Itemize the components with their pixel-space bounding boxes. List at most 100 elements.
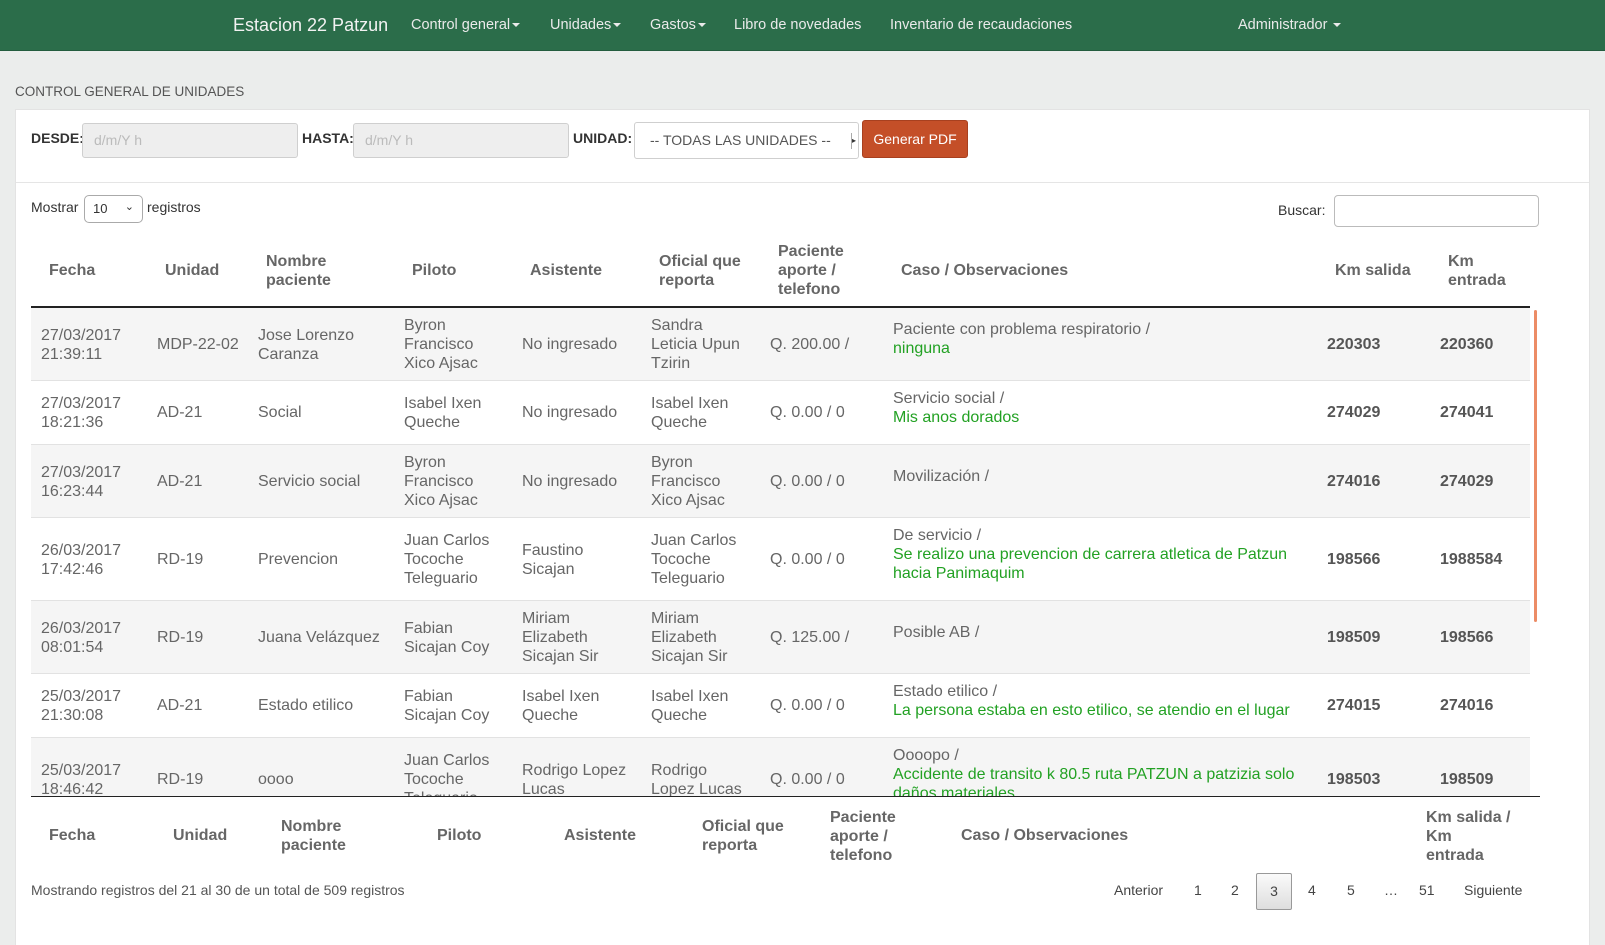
records-label: registros [147, 199, 201, 215]
cell-km-entrada: 1988584 [1440, 551, 1503, 568]
cell-km-entrada: 274041 [1440, 404, 1494, 421]
unidad-select-value: -- TODAS LAS UNIDADES -- [650, 132, 831, 148]
cell-km-salida: 274016 [1327, 473, 1381, 490]
cell-fecha: 26/03/2017 08:01:54 [41, 620, 122, 656]
cell-asistente: Faustino Sicajan [522, 542, 584, 578]
cell-paciente: Jose Lorenzo Caranza [258, 327, 355, 363]
cell-caso: De servicio / Se realizo una prevencion d… [893, 526, 1313, 583]
table-footer-header: Fecha Unidad Nombre paciente Piloto Asis… [31, 798, 1530, 868]
cell-oficial: Rodrigo Lopez Lucas [651, 762, 742, 797]
unidad-label: UNIDAD: [573, 130, 633, 146]
search-label: Buscar: [1278, 202, 1326, 218]
foot-col-oficial: Oficial que reporta [702, 818, 784, 854]
table-scrollbar[interactable] [1534, 310, 1537, 622]
pager-page-4[interactable]: 4 [1308, 882, 1316, 898]
col-fecha[interactable]: Fecha [49, 261, 95, 280]
cell-piloto: Juan Carlos Tocoche Teleguario [404, 752, 490, 796]
pager-page-5[interactable]: 5 [1347, 882, 1355, 898]
cell-fecha: 27/03/2017 16:23:44 [41, 464, 122, 500]
cell-caso: Oooopo / Accidente de transito k 80.5 rut… [893, 746, 1313, 796]
cell-km-salida: 198503 [1327, 771, 1381, 788]
col-caso[interactable]: Caso / Observaciones [901, 261, 1068, 280]
nav-user-menu[interactable]: Administrador [1238, 17, 1342, 33]
cell-oficial: Isabel Ixen Queche [651, 688, 729, 724]
hasta-date-input[interactable]: d/m/Y h [353, 123, 569, 158]
cell-asistente: No ingresado [522, 473, 618, 490]
cell-aporte: Q. 0.00 / 0 [770, 473, 845, 490]
table-row[interactable]: 26/03/2017 17:42:46 RD-19 Prevencion Jua… [31, 518, 1530, 601]
chevron-down-icon: ⌄ [124, 201, 134, 213]
pager-page-1[interactable]: 1 [1194, 882, 1202, 898]
cell-paciente: Estado etilico [258, 697, 354, 714]
nav-control-general[interactable]: Control general [411, 17, 521, 33]
foot-col-unidad: Unidad [173, 827, 228, 844]
pager-ellipsis: … [1384, 882, 1398, 898]
nav-gastos[interactable]: Gastos [650, 17, 706, 33]
col-oficial[interactable]: Oficial que reporta [659, 252, 749, 290]
caso-text: Estado etilico / [893, 683, 998, 700]
caret-down-icon [1333, 23, 1342, 28]
table-row[interactable]: 27/03/2017 21:39:11 MDP-22-02 Jose Loren… [31, 308, 1530, 381]
nav-label: Control general [411, 17, 511, 33]
col-nombre-paciente[interactable]: Nombre paciente [266, 252, 356, 290]
search-input[interactable] [1334, 195, 1539, 227]
cell-km-salida: 274029 [1327, 404, 1381, 421]
col-piloto[interactable]: Piloto [412, 261, 456, 280]
foot-col-asistente: Asistente [564, 827, 637, 844]
cell-oficial: Miriam Elizabeth Sicajan Sir [651, 610, 728, 665]
table-row[interactable]: 26/03/2017 08:01:54 RD-19 Juana Velázque… [31, 601, 1530, 674]
nav-unidades[interactable]: Unidades [550, 17, 622, 33]
col-asistente[interactable]: Asistente [530, 261, 602, 280]
caret-down-icon [613, 23, 622, 28]
cell-km-salida: 198566 [1327, 551, 1381, 568]
unidad-select[interactable]: -- TODAS LAS UNIDADES -- ▸ [634, 122, 859, 159]
foot-col-fecha: Fecha [49, 827, 96, 844]
cell-km-salida: 274015 [1327, 697, 1381, 714]
pager-page-current[interactable]: 3 [1256, 873, 1292, 910]
table-row[interactable]: 27/03/2017 18:21:36 AD-21 Social Isabel … [31, 381, 1530, 445]
cell-piloto: Byron Francisco Xico Ajsac [404, 317, 478, 372]
cell-aporte: Q. 0.00 / 0 [770, 404, 845, 421]
table-row[interactable]: 27/03/2017 16:23:44 AD-21 Servicio socia… [31, 445, 1530, 518]
pager-previous[interactable]: Anterior [1114, 882, 1163, 898]
page-length-select[interactable]: 10 ⌄ [84, 195, 143, 223]
col-unidad[interactable]: Unidad [165, 261, 219, 280]
cell-piloto: Byron Francisco Xico Ajsac [404, 454, 478, 509]
col-aporte[interactable]: Paciente aporte / telefono [778, 242, 858, 299]
cell-oficial: Byron Francisco Xico Ajsac [651, 454, 725, 509]
nav-inventario-recaudaciones[interactable]: Inventario de recaudaciones [890, 17, 1072, 33]
cell-asistente: Isabel Ixen Queche [522, 688, 600, 724]
table-body: 27/03/2017 21:39:11 MDP-22-02 Jose Loren… [31, 308, 1540, 797]
cell-oficial: Sandra Leticia Upun Tzirin [651, 317, 740, 372]
top-navbar: Estacion 22 Patzun Control general Unida… [0, 0, 1605, 51]
caso-text: Movilización / [893, 468, 990, 485]
cell-aporte: Q. 200.00 / [770, 336, 850, 353]
cell-unidad: AD-21 [157, 404, 203, 421]
desde-label: DESDE: [31, 130, 84, 146]
obs-text: La persona estaba en esto etilico, se at… [893, 702, 1290, 719]
table-row[interactable]: 25/03/2017 18:46:42 RD-19 oooo Juan Carl… [31, 738, 1530, 797]
cell-paciente: Juana Velázquez [258, 629, 380, 646]
caret-down-icon [512, 23, 521, 28]
desde-date-input[interactable]: d/m/Y h [82, 123, 298, 158]
foot-col-caso: Caso / Observaciones [961, 827, 1129, 844]
nav-libro-novedades[interactable]: Libro de novedades [734, 17, 861, 33]
pager-next[interactable]: Siguiente [1464, 882, 1522, 898]
records-info: Mostrando registros del 21 al 30 de un t… [31, 882, 405, 898]
pager-page-2[interactable]: 2 [1231, 882, 1239, 898]
cell-paciente: Servicio social [258, 473, 361, 490]
table-row[interactable]: 25/03/2017 21:30:08 AD-21 Estado etilico… [31, 674, 1530, 738]
caso-text: Posible AB / [893, 624, 980, 641]
select-arrow-icon: ▸ [851, 133, 856, 149]
generar-pdf-button[interactable]: Generar PDF [862, 120, 968, 158]
obs-text: ninguna [893, 340, 950, 357]
col-km-entrada[interactable]: Km entrada [1448, 252, 1518, 290]
cell-caso: Servicio social / Mis anos dorados [893, 389, 1313, 427]
pager-page-51[interactable]: 51 [1419, 882, 1435, 898]
page-length-value: 10 [93, 201, 108, 216]
brand-link[interactable]: Estacion 22 Patzun [233, 15, 388, 36]
col-km-salida[interactable]: Km salida [1335, 261, 1411, 280]
cell-fecha: 25/03/2017 18:46:42 [41, 762, 122, 797]
cell-piloto: Fabian Sicajan Coy [404, 620, 490, 656]
caso-text: Oooopo / [893, 747, 959, 764]
